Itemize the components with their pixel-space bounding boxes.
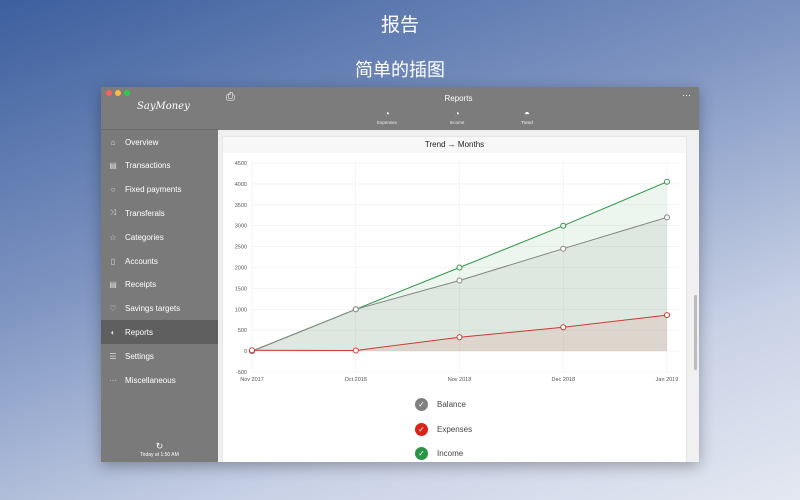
point-expenses — [456, 334, 463, 341]
x-tick-label: Nov 2018 — [448, 377, 472, 383]
legend-item-expenses[interactable]: ✓ Expenses — [415, 422, 473, 436]
point-income — [560, 222, 567, 229]
legend-label: Balance — [437, 400, 466, 409]
x-tick-label: Dec 2018 — [551, 377, 575, 383]
y-tick-label: 2000 — [235, 266, 247, 272]
y-tick-label: 3000 — [235, 224, 247, 230]
y-tick-label: 4500 — [235, 161, 247, 167]
y-tick-label: -500 — [236, 370, 247, 376]
x-tick-label: Jan 2019 — [656, 377, 679, 383]
y-tick-label: 4000 — [235, 182, 247, 188]
legend-label: Expenses — [437, 424, 473, 434]
point-balance — [456, 277, 463, 284]
point-income — [664, 178, 670, 185]
legend-item-income[interactable]: ✓ Income — [415, 447, 463, 460]
point-income — [456, 264, 463, 271]
check-icon: ✓ — [415, 422, 428, 436]
point-expenses — [352, 347, 359, 354]
y-tick-label: 500 — [238, 328, 247, 334]
x-tick-label: Nov 2017 — [240, 377, 264, 383]
point-balance — [560, 245, 567, 252]
trend-chart: -500 0 500 1000 1500 2000 2500 3000 3500 4000 4500… — [235, 161, 679, 383]
y-tick-label: 2500 — [235, 245, 247, 251]
y-tick-label: 1500 — [235, 286, 247, 292]
legend-label: Income — [437, 449, 464, 458]
point-balance — [352, 306, 359, 313]
point-expenses — [560, 324, 567, 331]
check-icon: ✓ — [415, 398, 428, 411]
legend-item-balance[interactable]: ✓ Balance — [415, 398, 466, 411]
y-tick-label: 1000 — [235, 307, 247, 313]
point-expenses — [249, 347, 255, 354]
y-tick-label: 3500 — [235, 203, 247, 209]
y-tick-label: 0 — [244, 349, 247, 355]
point-expenses — [664, 312, 670, 319]
point-balance — [664, 214, 670, 221]
check-icon: ✓ — [415, 447, 428, 460]
x-tick-label: Oct 2018 — [345, 377, 367, 383]
